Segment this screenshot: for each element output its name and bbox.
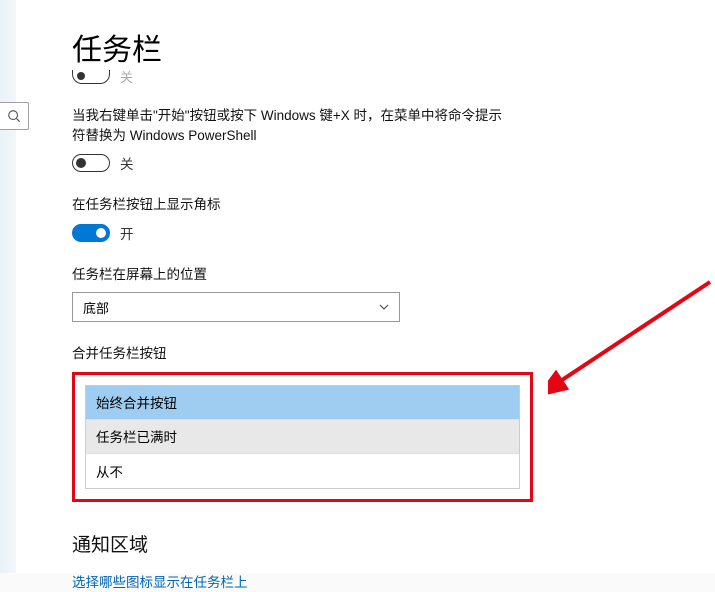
powershell-setting-desc: 当我右键单击"开始"按钮或按下 Windows 键+X 时，在菜单中将命令提示符… xyxy=(72,106,502,145)
combine-dropdown: 始终合并按钮 任务栏已满时 从不 xyxy=(85,385,520,489)
annotation-highlight-box: 始终合并按钮 任务栏已满时 从不 xyxy=(72,372,533,502)
combine-option-always[interactable]: 始终合并按钮 xyxy=(86,386,519,420)
search-icon xyxy=(7,109,21,123)
combine-option-never[interactable]: 从不 xyxy=(86,454,519,488)
notification-section-title: 通知区域 xyxy=(72,530,685,557)
chevron-down-icon xyxy=(379,301,389,313)
search-tab[interactable] xyxy=(0,102,29,130)
notification-icons-link[interactable]: 选择哪些图标显示在任务栏上 xyxy=(72,571,248,591)
combine-option-full[interactable]: 任务栏已满时 xyxy=(86,420,519,454)
powershell-toggle[interactable]: 关 xyxy=(72,153,502,173)
truncated-toggle[interactable] xyxy=(72,70,110,84)
badges-setting-desc: 在任务栏按钮上显示角标 xyxy=(72,195,502,215)
position-setting-desc: 任务栏在屏幕上的位置 xyxy=(72,265,502,285)
badges-toggle[interactable]: 开 xyxy=(72,223,502,243)
truncated-toggle-label: 关 xyxy=(120,67,133,86)
position-select[interactable]: 底部 xyxy=(72,292,400,322)
combine-setting-desc: 合并任务栏按钮 xyxy=(72,344,502,364)
page-title: 任务栏 xyxy=(72,25,685,69)
left-edge-strip xyxy=(0,0,16,573)
